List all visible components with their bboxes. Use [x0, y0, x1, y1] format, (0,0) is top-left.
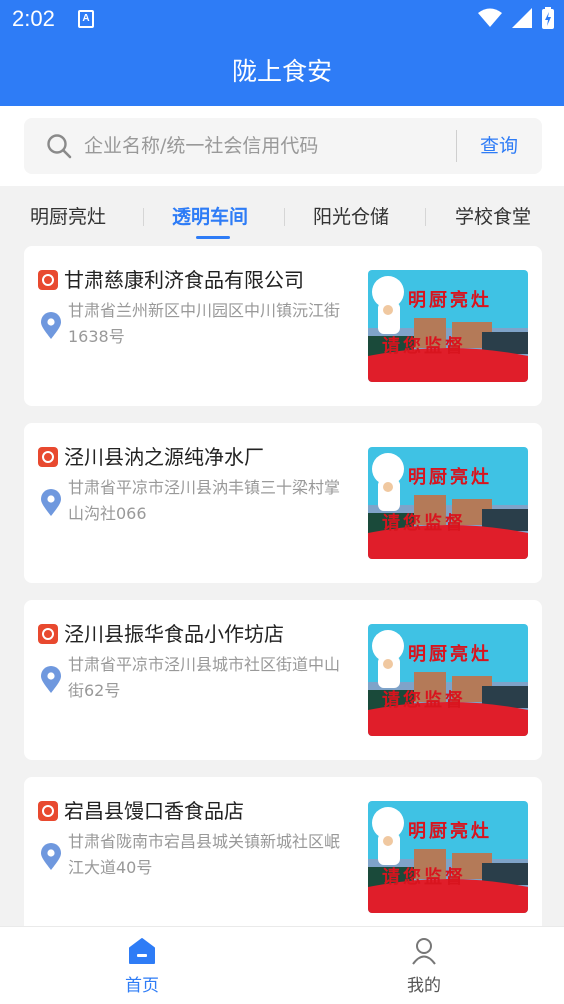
location-pin-icon [41, 666, 61, 693]
company-card[interactable]: 泾川县振华食品小作坊店 甘肃省平凉市泾川县城市社区街道中山街62号 明厨亮灶 请… [24, 600, 542, 760]
nav-profile-label: 我的 [407, 976, 441, 996]
company-address: 甘肃省平凉市泾川县汭丰镇三十梁村掌山沟社066 [68, 478, 341, 523]
location-pin-icon [41, 312, 61, 339]
search-area: 企业名称/统一社会信用代码 查询 [0, 106, 564, 186]
banner-text-top: 明厨亮灶 [408, 644, 492, 665]
search-input[interactable]: 企业名称/统一社会信用代码 [84, 118, 318, 174]
company-badge-icon [38, 270, 58, 290]
tab-divider [425, 208, 426, 226]
nav-profile[interactable]: 我的 [364, 927, 484, 1004]
home-icon [129, 938, 155, 964]
company-card[interactable]: 宕昌县馒口香食品店 甘肃省陇南市宕昌县城关镇新城社区岷江大道40号 明厨亮灶 请… [24, 777, 542, 937]
company-address: 甘肃省陇南市宕昌县城关镇新城社区岷江大道40号 [68, 832, 341, 877]
location-pin-icon [41, 843, 61, 870]
status-bar: 2:02 A [0, 0, 564, 40]
tab-workshop[interactable]: 透明车间 [172, 202, 248, 229]
bottom-nav: 首页 我的 [0, 926, 564, 1004]
tab-divider [284, 208, 285, 226]
battery-icon [542, 7, 554, 29]
banner-text-bottom: 请您监督 [382, 867, 466, 888]
banner-text-bottom: 请您监督 [382, 513, 466, 534]
kitchen-banner-image: 明厨亮灶 请您监督 [368, 801, 528, 913]
banner-text-top: 明厨亮灶 [408, 290, 492, 311]
company-address: 甘肃省兰州新区中川园区中川镇沅江街1638号 [68, 301, 341, 346]
category-tabs: 明厨亮灶 透明车间 阳光仓储 学校食堂 [0, 186, 564, 246]
company-name: 甘肃慈康利济食品有限公司 [64, 268, 304, 292]
company-name: 泾川县汭之源纯净水厂 [64, 445, 264, 469]
banner-text-bottom: 请您监督 [382, 690, 466, 711]
company-name: 泾川县振华食品小作坊店 [64, 622, 284, 646]
banner-text-bottom: 请您监督 [382, 336, 466, 357]
company-address: 甘肃省平凉市泾川县城市社区街道中山街62号 [68, 655, 341, 700]
status-time: 2:02 [12, 6, 55, 31]
location-pin-icon [41, 489, 61, 516]
status-icons [478, 7, 554, 29]
tab-divider [143, 208, 144, 226]
kitchen-banner-image: 明厨亮灶 请您监督 [368, 624, 528, 736]
kitchen-banner-image: 明厨亮灶 请您监督 [368, 270, 528, 382]
user-icon [412, 938, 436, 965]
kitchen-banner-image: 明厨亮灶 请您监督 [368, 447, 528, 559]
search-box[interactable]: 企业名称/统一社会信用代码 查询 [24, 118, 542, 174]
notification-a-icon: A [78, 10, 94, 28]
signal-icon [512, 8, 532, 28]
banner-text-top: 明厨亮灶 [408, 821, 492, 842]
page-title: 陇上食安 [231, 57, 332, 86]
nav-home[interactable]: 首页 [82, 927, 202, 1004]
tab-school-canteen[interactable]: 学校食堂 [455, 202, 531, 229]
wifi-icon [478, 8, 502, 27]
company-badge-icon [38, 801, 58, 821]
tab-warehouse[interactable]: 阳光仓储 [313, 202, 389, 229]
active-tab-indicator [196, 236, 230, 239]
search-button[interactable]: 查询 [480, 118, 518, 174]
tab-kitchen[interactable]: 明厨亮灶 [30, 202, 106, 229]
company-name: 宕昌县馒口香食品店 [64, 799, 244, 823]
nav-home-label: 首页 [125, 976, 159, 996]
search-divider [456, 130, 457, 162]
company-badge-icon [38, 447, 58, 467]
search-icon [47, 134, 72, 159]
company-badge-icon [38, 624, 58, 644]
company-card[interactable]: 泾川县汭之源纯净水厂 甘肃省平凉市泾川县汭丰镇三十梁村掌山沟社066 明厨亮灶 … [24, 423, 542, 583]
company-card[interactable]: 甘肃慈康利济食品有限公司 甘肃省兰州新区中川园区中川镇沅江街1638号 明厨亮灶… [24, 246, 542, 406]
app-bar: 陇上食安 [0, 40, 564, 106]
banner-text-top: 明厨亮灶 [408, 467, 492, 488]
